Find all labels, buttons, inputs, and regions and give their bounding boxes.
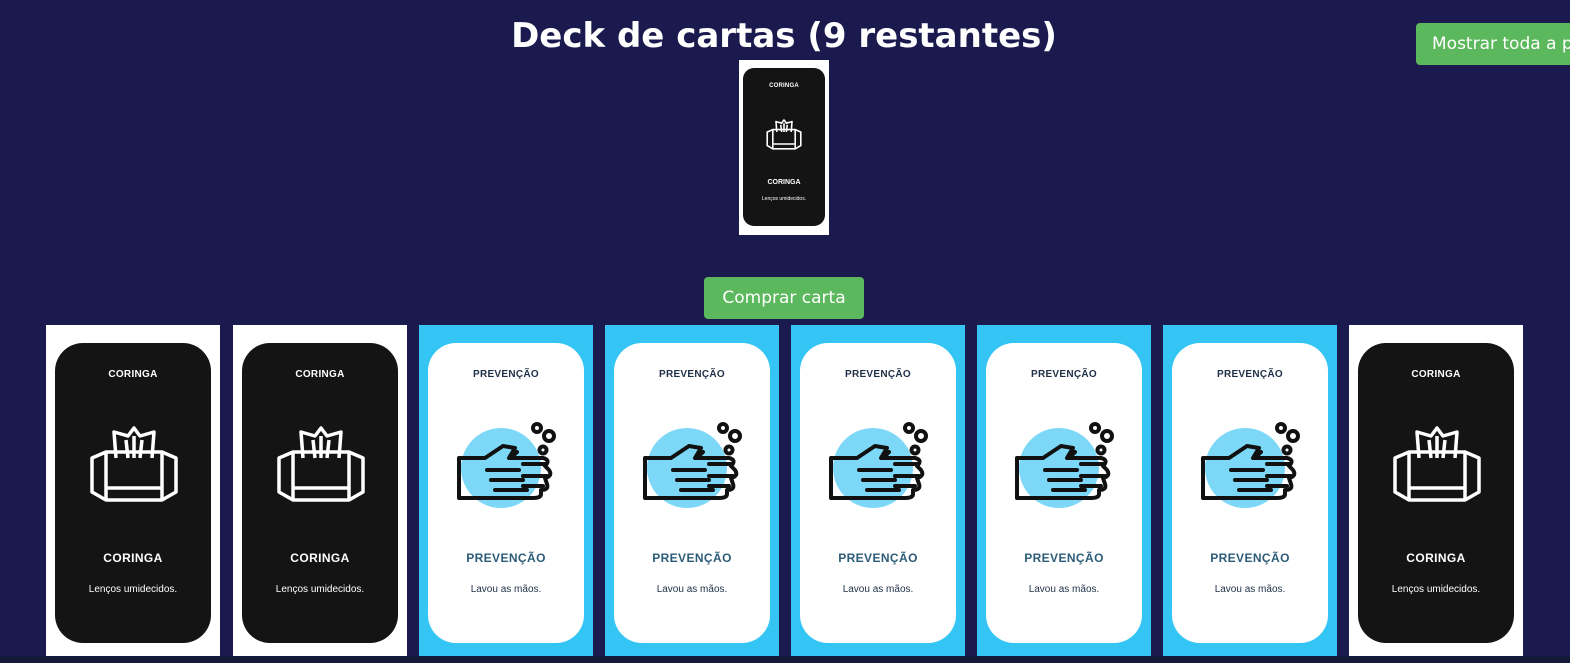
card-header: CORINGA bbox=[108, 369, 158, 380]
wet-wipes-icon bbox=[90, 426, 178, 502]
card-description: Lavou as mãos. bbox=[470, 584, 542, 595]
hand-card-prevencao[interactable]: PREVENÇÃO PREVENÇÃO Lavou as mãos. bbox=[977, 325, 1151, 663]
hand-card-prevencao[interactable]: PREVENÇÃO PREVENÇÃO Lavou as mãos. bbox=[605, 325, 779, 663]
card-header: PREVENÇÃO bbox=[472, 369, 540, 380]
hand-card-prevencao[interactable]: PREVENÇÃO PREVENÇÃO Lavou as mãos. bbox=[791, 325, 965, 663]
card-header: CORINGA bbox=[295, 369, 345, 380]
buy-card-button[interactable]: Comprar carta bbox=[704, 277, 864, 319]
hand-card-coringa[interactable]: CORINGA CORINGA Lenços umidecidos. bbox=[1349, 325, 1523, 663]
wet-wipes-icon bbox=[277, 426, 365, 502]
card-face: CORINGA CORINGA Lenços umidecidos. bbox=[242, 343, 398, 643]
card-title: CORINGA bbox=[103, 551, 163, 565]
deck-top-card-title: CORINGA bbox=[767, 179, 801, 186]
card-title: PREVENÇÃO bbox=[652, 551, 732, 565]
card-face: CORINGA CORINGA Lenços umidecidos. bbox=[55, 343, 211, 643]
deck-top-card[interactable]: CORINGA CORINGA Lenços umidecidos. bbox=[739, 60, 829, 235]
card-face: PREVENÇÃO PREVENÇÃO Lavou as mãos. bbox=[800, 343, 956, 643]
card-title: PREVENÇÃO bbox=[838, 551, 918, 565]
card-description: Lavou as mãos. bbox=[1028, 584, 1100, 595]
card-face: PREVENÇÃO PREVENÇÃO Lavou as mãos. bbox=[986, 343, 1142, 643]
card-header: PREVENÇÃO bbox=[658, 369, 726, 380]
card-title: CORINGA bbox=[290, 551, 350, 565]
card-header: PREVENÇÃO bbox=[844, 369, 912, 380]
hand-washing-icon bbox=[1201, 422, 1300, 508]
card-face: PREVENÇÃO PREVENÇÃO Lavou as mãos. bbox=[428, 343, 584, 643]
show-all-button[interactable]: Mostrar toda a p bbox=[1416, 23, 1570, 65]
card-title: PREVENÇÃO bbox=[1024, 551, 1104, 565]
card-description: Lavou as mãos. bbox=[656, 584, 728, 595]
card-title: PREVENÇÃO bbox=[466, 551, 546, 565]
horizontal-scrollbar[interactable] bbox=[0, 656, 1570, 663]
card-description: Lavou as mãos. bbox=[1214, 584, 1286, 595]
hand-washing-icon bbox=[829, 422, 928, 508]
card-header: PREVENÇÃO bbox=[1030, 369, 1098, 380]
deck-title: Deck de cartas (9 restantes) bbox=[511, 16, 1057, 56]
wet-wipes-icon bbox=[766, 119, 802, 150]
card-description: Lavou as mãos. bbox=[842, 584, 914, 595]
card-header: CORINGA bbox=[1411, 369, 1461, 380]
wet-wipes-icon bbox=[1393, 426, 1481, 502]
hand-card-coringa[interactable]: CORINGA CORINGA Lenços umidecidos. bbox=[46, 325, 220, 663]
deck-top-card-description: Lenços umidecidos. bbox=[761, 196, 807, 202]
hand-card-prevencao[interactable]: PREVENÇÃO PREVENÇÃO Lavou as mãos. bbox=[1163, 325, 1337, 663]
deck-top-card-header: CORINGA bbox=[769, 83, 799, 89]
card-title: PREVENÇÃO bbox=[1210, 551, 1290, 565]
card-description: Lenços umidecidos. bbox=[275, 584, 365, 595]
card-description: Lenços umidecidos. bbox=[1391, 584, 1481, 595]
deck-top-card-face: CORINGA CORINGA Lenços umidecidos. bbox=[743, 68, 825, 226]
hand-card-coringa[interactable]: CORINGA CORINGA Lenços umidecidos. bbox=[233, 325, 407, 663]
card-header: PREVENÇÃO bbox=[1216, 369, 1284, 380]
card-face: PREVENÇÃO PREVENÇÃO Lavou as mãos. bbox=[1172, 343, 1328, 643]
card-face: PREVENÇÃO PREVENÇÃO Lavou as mãos. bbox=[614, 343, 770, 643]
card-title: CORINGA bbox=[1406, 551, 1466, 565]
hand-washing-icon bbox=[643, 422, 742, 508]
player-hand: CORINGA CORINGA Lenços umidecidos. CORINGA C… bbox=[0, 325, 1570, 663]
card-face: CORINGA CORINGA Lenços umidecidos. bbox=[1358, 343, 1514, 643]
hand-washing-icon bbox=[1015, 422, 1114, 508]
hand-washing-icon bbox=[457, 422, 556, 508]
card-description: Lenços umidecidos. bbox=[88, 584, 178, 595]
hand-card-prevencao[interactable]: PREVENÇÃO PREVENÇÃO Lavou as mãos. bbox=[419, 325, 593, 663]
